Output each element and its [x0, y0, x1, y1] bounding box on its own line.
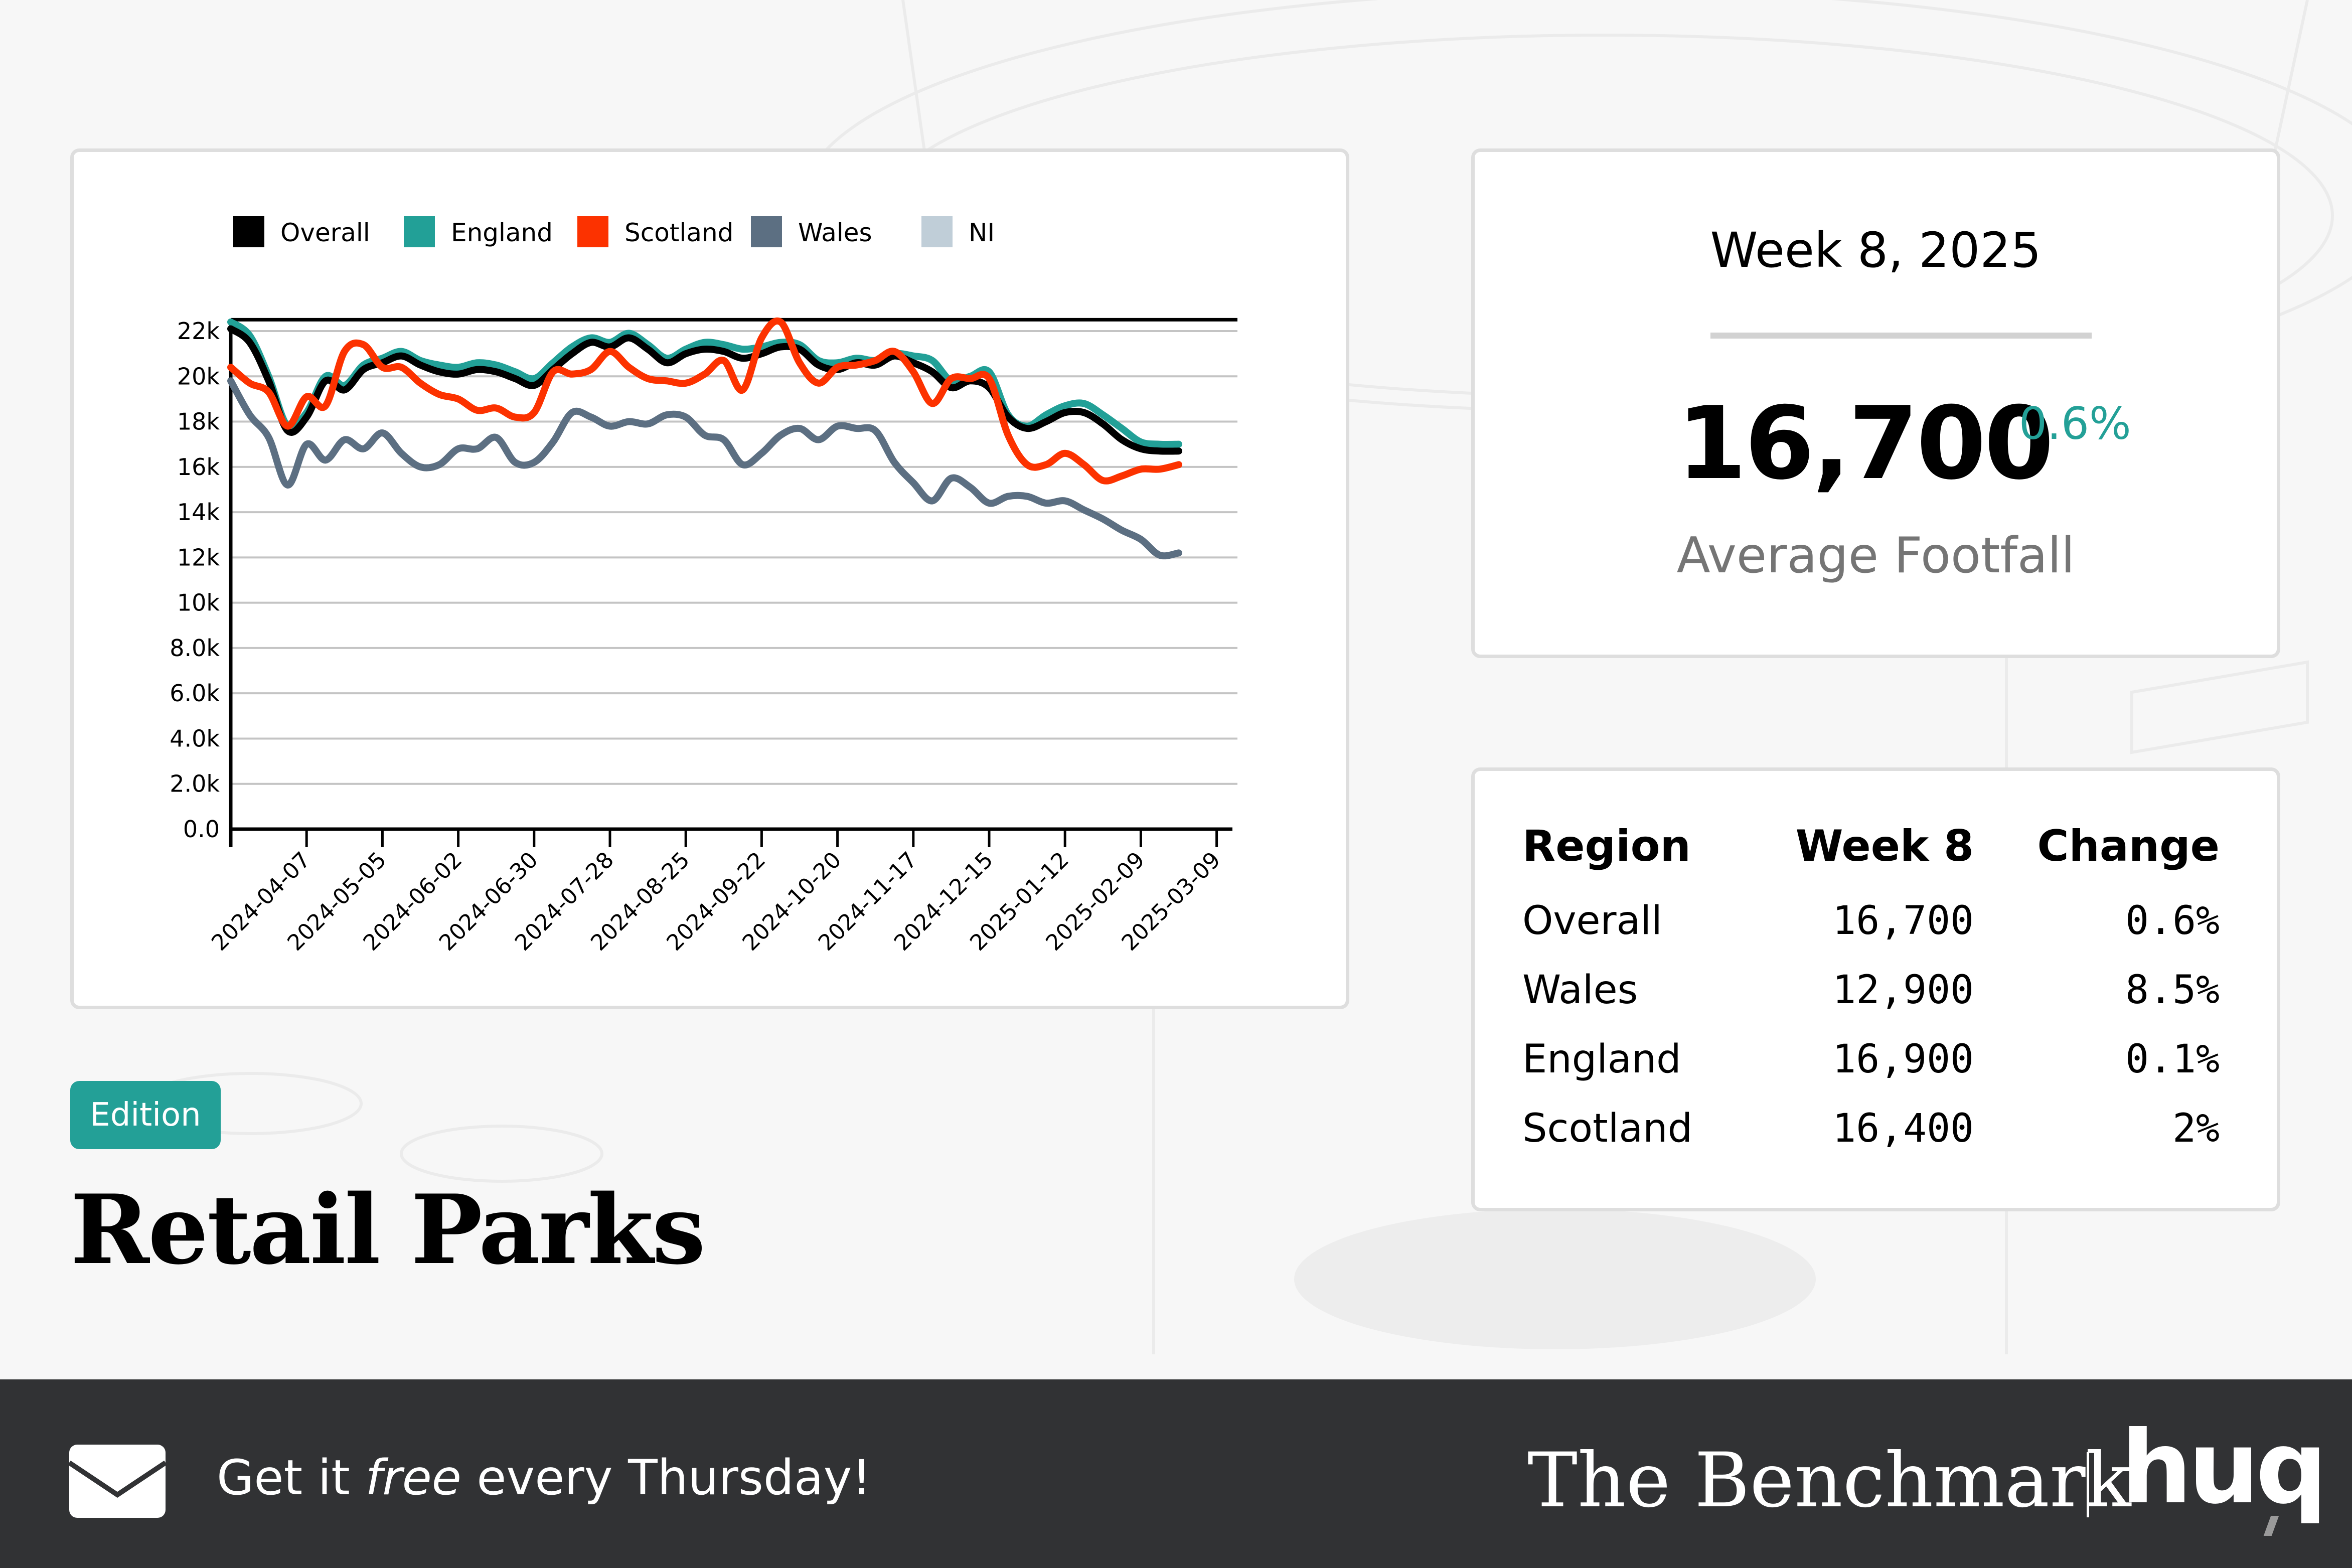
huq-logo: huq — [2121, 1409, 2327, 1526]
brand-divider — [2087, 1452, 2089, 1517]
cell-change: 0.6% — [2125, 898, 2220, 944]
legend-label-england: England — [451, 218, 553, 247]
region-table-card: Region Week 8 Change Overall 16,700 0.6%… — [1471, 767, 2280, 1211]
y-tick-label: 0.0 — [183, 816, 220, 843]
edition-badge: Edition — [70, 1081, 221, 1149]
cta-suffix: every Thursday! — [461, 1450, 871, 1506]
cell-change: 0.1% — [2125, 1037, 2220, 1082]
kpi-label: Average Footfall — [1676, 527, 2075, 584]
footer-banner: Get it free every Thursday! The Benchmar… — [0, 1379, 2352, 1568]
cell-week: 16,900 — [1832, 1037, 1974, 1082]
cta-emphasis: free — [365, 1450, 461, 1506]
kpi-divider — [1710, 333, 2092, 339]
cell-week: 16,400 — [1832, 1106, 1974, 1151]
y-tick-label: 18k — [177, 408, 220, 435]
header-region: Region — [1522, 821, 1691, 871]
kpi-change: 0.6% — [2019, 398, 2131, 449]
y-tick-label: 8.0k — [170, 635, 220, 662]
kpi-week-label: Week 8, 2025 — [1710, 222, 2042, 278]
table-row: Scotland 16,400 2% — [1522, 1094, 2220, 1163]
cta-prefix: Get it — [217, 1450, 366, 1506]
y-tick-label: 2.0k — [170, 770, 220, 798]
legend-swatch-england — [404, 216, 435, 247]
cell-week: 12,900 — [1832, 968, 1974, 1013]
page-title: Retail Parks — [70, 1174, 706, 1286]
subscribe-cta[interactable]: Get it free every Thursday! — [217, 1450, 871, 1506]
kpi-card: Week 8, 2025 16,700 0.6% Average Footfal… — [1471, 148, 2280, 658]
legend-swatch-scotland — [577, 216, 608, 247]
y-tick-label: 14k — [177, 499, 220, 526]
y-tick-label: 12k — [177, 544, 220, 571]
legend-label-wales: Wales — [798, 218, 872, 247]
brand-name: The Benchmark — [1527, 1437, 2131, 1524]
cell-region: England — [1522, 1037, 1681, 1082]
y-tick-label: 20k — [177, 363, 220, 390]
table-header-row: Region Week 8 Change — [1522, 821, 2220, 886]
cell-region: Overall — [1522, 898, 1662, 944]
legend-label-ni: NI — [969, 218, 995, 247]
y-tick-label: 16k — [177, 453, 220, 481]
legend-swatch-ni — [921, 216, 953, 247]
envelope-icon — [69, 1445, 166, 1518]
cell-week: 16,700 — [1832, 898, 1974, 944]
header-week: Week 8 — [1795, 821, 1974, 871]
y-tick-label: 10k — [177, 589, 220, 616]
y-tick-label: 22k — [177, 318, 220, 345]
legend-swatch-wales — [751, 216, 782, 247]
region-table: Region Week 8 Change Overall 16,700 0.6%… — [1522, 821, 2220, 1163]
y-tick-label: 6.0k — [170, 680, 220, 707]
cell-region: Wales — [1522, 968, 1638, 1013]
legend-swatch-overall — [233, 216, 264, 247]
y-tick-label: 4.0k — [170, 725, 220, 752]
cell-change: 2% — [2172, 1106, 2220, 1151]
header-change: Change — [2037, 821, 2220, 871]
cell-change: 8.5% — [2125, 968, 2220, 1013]
table-row: England 16,900 0.1% — [1522, 1025, 2220, 1094]
cell-region: Scotland — [1522, 1106, 1693, 1151]
footfall-line-chart: 0.0 2.0k 4.0k 6.0k 8.0k 10k 12k 14k 16k 18k 20k 22k… — [170, 216, 1237, 956]
kpi-value: 16,700 — [1677, 385, 2054, 502]
table-row: Wales 12,900 8.5% — [1522, 956, 2220, 1025]
legend-label-overall: Overall — [280, 218, 370, 247]
table-row: Overall 16,700 0.6% — [1522, 886, 2220, 956]
chart-card: 0.0 2.0k 4.0k 6.0k 8.0k 10k 12k 14k 16k 18k 20k 22k… — [70, 148, 1349, 1009]
legend-label-scotland: Scotland — [624, 218, 733, 247]
